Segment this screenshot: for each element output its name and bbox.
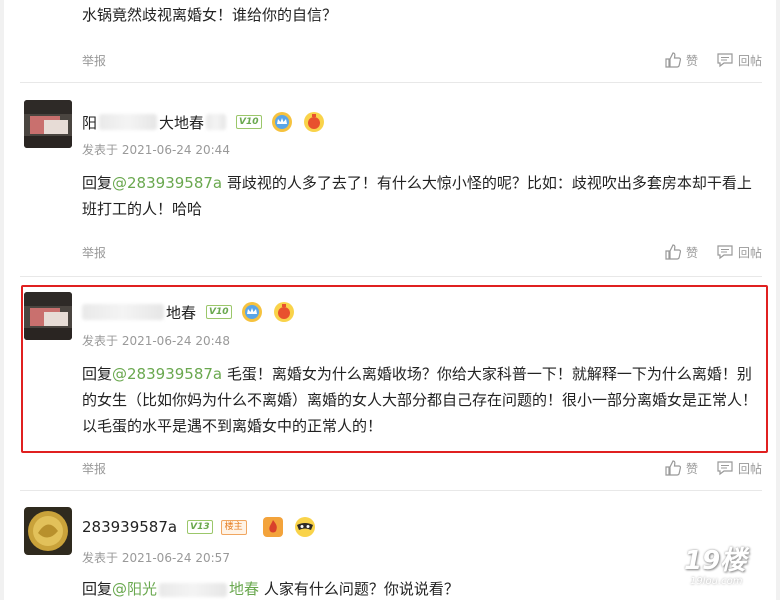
- post-time: 发表于 2021-06-24 20:44: [82, 143, 230, 157]
- post-time: 发表于 2021-06-24 20:57: [82, 551, 230, 565]
- post-text: 回复@283939587a 哥歧视的人多了去了！有什么大惊小怪的呢？比如：歧视吹…: [82, 174, 752, 218]
- like-button[interactable]: 赞: [664, 243, 698, 261]
- watermark-logo: 19楼: [684, 546, 747, 576]
- redacted-name: [99, 114, 158, 130]
- username[interactable]: 阳 大地春: [82, 112, 227, 133]
- level-badge: V 10: [206, 305, 232, 319]
- redacted-name: [206, 114, 227, 130]
- divider: [20, 490, 762, 491]
- comment-text: 水锅竟然歧视离婚女！谁给你的自信？: [82, 6, 338, 24]
- reply-button[interactable]: 回帖: [716, 459, 762, 477]
- comment-icon: [717, 245, 733, 260]
- reply-label: 回帖: [737, 245, 762, 260]
- report-link[interactable]: 举报: [82, 244, 106, 261]
- reply-mention-link[interactable]: @283939587a: [112, 365, 222, 383]
- fire-medal-icon: [261, 515, 285, 539]
- post-actions: 举报 赞 回帖: [82, 458, 762, 478]
- thumbs-up-icon: [665, 244, 682, 260]
- reply-label: 回帖: [737, 53, 762, 68]
- like-button[interactable]: 赞: [664, 51, 698, 69]
- reply-button[interactable]: 回帖: [716, 51, 762, 69]
- reply-mention-link[interactable]: @阳光 地春: [112, 580, 259, 598]
- like-label: 赞: [685, 245, 698, 260]
- mask-medal-icon: [293, 515, 317, 539]
- user-info: 阳 大地春 V 10: [82, 111, 326, 133]
- username[interactable]: 地春: [82, 302, 196, 323]
- thread-owner-badge: 楼主: [220, 519, 247, 535]
- avatar[interactable]: [24, 507, 72, 555]
- post-actions: 举报 赞 回帖: [82, 242, 762, 262]
- crown-medal-icon: [240, 300, 264, 324]
- reply-label: 回帖: [737, 461, 762, 476]
- site-watermark: 19楼 19lou.com: [684, 546, 764, 594]
- report-link[interactable]: 举报: [82, 52, 106, 69]
- post-text: 回复@283939587a 毛蛋！离婚女为什么离婚收场？你给大家科普一下！就解释…: [82, 365, 758, 435]
- lantern-medal-icon: [272, 300, 296, 324]
- comment-icon: [717, 461, 733, 476]
- post-time: 发表于 2021-06-24 20:48: [82, 334, 230, 348]
- thumbs-up-icon: [665, 460, 682, 476]
- post-text: 回复@阳光 地春 人家有什么问题？你说说看？: [82, 580, 459, 598]
- lantern-medal-icon: [302, 110, 326, 134]
- like-button[interactable]: 赞: [664, 459, 698, 477]
- user-info: 283939587a V 13 楼主: [82, 516, 317, 538]
- comment-icon: [717, 53, 733, 68]
- username[interactable]: 283939587a: [82, 518, 177, 536]
- redacted-name: [159, 582, 228, 597]
- level-badge: V 10: [236, 115, 262, 129]
- like-label: 赞: [685, 53, 698, 68]
- comment-actions: 举报 赞 回帖: [82, 50, 762, 70]
- left-edge: [0, 0, 4, 600]
- level-badge: V 13: [187, 520, 213, 534]
- thumbs-up-icon: [665, 52, 682, 68]
- redacted-name: [82, 304, 164, 320]
- like-label: 赞: [685, 461, 698, 476]
- reply-mention-link[interactable]: @283939587a: [112, 174, 222, 192]
- divider: [20, 276, 762, 277]
- avatar[interactable]: [24, 100, 72, 148]
- crown-medal-icon: [270, 110, 294, 134]
- avatar[interactable]: [24, 292, 72, 340]
- user-info: 地春 V 10: [82, 301, 296, 323]
- watermark-url: 19lou.com: [690, 576, 743, 587]
- divider: [20, 82, 762, 83]
- right-edge: [776, 0, 780, 600]
- report-link[interactable]: 举报: [82, 460, 106, 477]
- reply-button[interactable]: 回帖: [716, 243, 762, 261]
